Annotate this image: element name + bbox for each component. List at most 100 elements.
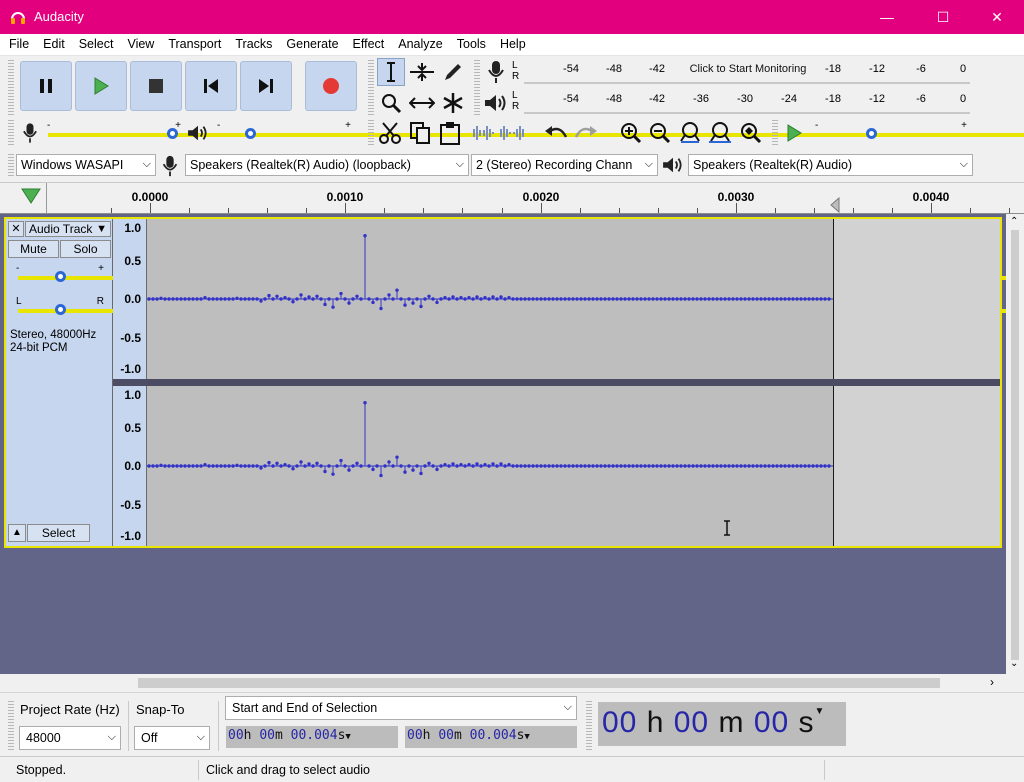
vertical-scroll-thumb[interactable] bbox=[1011, 230, 1019, 660]
menu-select[interactable]: Select bbox=[72, 34, 121, 55]
slider-knob[interactable] bbox=[244, 128, 256, 139]
collapse-track-button[interactable]: ▲ bbox=[8, 524, 26, 542]
selection-tool[interactable] bbox=[377, 58, 405, 86]
slider-knob[interactable] bbox=[166, 128, 178, 139]
selection-end-time[interactable]: 00h 00m 00.004s▼ bbox=[405, 726, 577, 748]
play-at-speed-grip[interactable] bbox=[772, 120, 778, 146]
recording-device-select[interactable]: Speakers (Realtek(R) Audio) (loopback) ⌵ bbox=[185, 154, 469, 176]
record-volume-slider[interactable]: - + bbox=[47, 120, 1024, 143]
track-close-button[interactable]: ✕ bbox=[8, 221, 24, 237]
audio-track[interactable]: ✕ Audio Track ▼ Mute Solo - + L R Stereo… bbox=[4, 217, 1016, 548]
track-pan-slider[interactable]: L R bbox=[16, 296, 1016, 319]
selection-mode-select[interactable]: Start and End of Selection ⌵ bbox=[225, 696, 577, 720]
time-toolbar-grip[interactable] bbox=[586, 701, 592, 751]
audio-host-select[interactable]: Windows WASAPI ⌵ bbox=[16, 154, 156, 176]
copy-button[interactable] bbox=[406, 119, 434, 147]
playback-meter[interactable]: L R -54 -48 -42 -36 -30 -24 -18 -12 -6 0 bbox=[512, 88, 970, 114]
maximize-button[interactable]: ☐ bbox=[920, 0, 966, 34]
track-area[interactable]: ✕ Audio Track ▼ Mute Solo - + L R Stereo… bbox=[0, 214, 1016, 674]
vertical-scale-left[interactable]: 1.0 0.5 0.0 -0.5 -1.0 bbox=[113, 219, 147, 379]
device-toolbar-grip[interactable] bbox=[8, 154, 14, 178]
menu-generate[interactable]: Generate bbox=[279, 34, 345, 55]
zoom-in-button[interactable] bbox=[617, 119, 645, 147]
menu-edit[interactable]: Edit bbox=[36, 34, 72, 55]
scroll-right-icon[interactable]: › bbox=[990, 675, 994, 689]
slider-knob[interactable] bbox=[54, 304, 66, 315]
channel-divider[interactable] bbox=[147, 379, 1000, 386]
slider-knob[interactable] bbox=[866, 128, 878, 139]
zoom-out-button[interactable] bbox=[646, 119, 674, 147]
recording-channels-select[interactable]: 2 (Stereo) Recording Chann ⌵ bbox=[471, 154, 658, 176]
menu-tracks[interactable]: Tracks bbox=[228, 34, 279, 55]
selection-start-time[interactable]: 00h 00m 00.004s▼ bbox=[226, 726, 398, 748]
trim-audio-button[interactable] bbox=[468, 119, 496, 147]
dropdown-triangle-icon[interactable]: ▼ bbox=[815, 706, 826, 717]
vertical-scale-right[interactable]: 1.0 0.5 0.0 -0.5 -1.0 bbox=[113, 386, 147, 546]
close-button[interactable]: ✕ bbox=[974, 0, 1020, 34]
multi-tool[interactable] bbox=[439, 89, 467, 117]
tools-toolbar-grip[interactable] bbox=[368, 60, 374, 116]
play-button[interactable] bbox=[75, 61, 127, 111]
playback-volume-slider[interactable]: - + bbox=[217, 120, 1024, 143]
record-meter-button[interactable] bbox=[482, 58, 510, 86]
track-gain-slider[interactable]: - + bbox=[16, 263, 1016, 286]
undo-button[interactable] bbox=[542, 119, 570, 147]
selection-toolbar-grip[interactable] bbox=[8, 701, 14, 751]
envelope-tool[interactable] bbox=[408, 58, 436, 86]
record-meter[interactable]: L R -54 -48 -42 Click to Start Monitorin… bbox=[512, 58, 970, 84]
horizontal-scrollbar[interactable]: › bbox=[0, 674, 1006, 692]
project-rate-select[interactable]: 48000 ⌵ bbox=[19, 726, 121, 750]
silence-audio-button[interactable] bbox=[498, 119, 526, 147]
time-shift-tool[interactable] bbox=[408, 89, 436, 117]
pause-button[interactable] bbox=[20, 61, 72, 111]
draw-tool[interactable] bbox=[439, 58, 467, 86]
menu-file[interactable]: File bbox=[2, 34, 36, 55]
minimize-button[interactable]: — bbox=[864, 0, 910, 34]
timeline-ruler[interactable]: 0.0000 0.0010 0.0020 0.0030 0.0040 bbox=[0, 182, 1024, 214]
dropdown-triangle-icon[interactable]: ▼ bbox=[345, 732, 350, 742]
fit-selection-button[interactable] bbox=[676, 119, 704, 147]
track-control-panel[interactable]: ✕ Audio Track ▼ Mute Solo - + L R Stereo… bbox=[6, 219, 1016, 546]
vertical-scrollbar[interactable]: ⌃ ⌄ bbox=[1006, 214, 1024, 674]
skip-to-end-button[interactable] bbox=[240, 61, 292, 111]
paste-button[interactable] bbox=[436, 119, 464, 147]
menu-effect[interactable]: Effect bbox=[346, 34, 392, 55]
redo-button[interactable] bbox=[572, 119, 600, 147]
skip-to-start-button[interactable] bbox=[185, 61, 237, 111]
playback-device-select[interactable]: Speakers (Realtek(R) Audio) ⌵ bbox=[688, 154, 973, 176]
zoom-toggle-button[interactable] bbox=[736, 119, 764, 147]
waveform-right-channel[interactable] bbox=[147, 386, 1000, 546]
dropdown-triangle-icon[interactable]: ▼ bbox=[524, 732, 529, 742]
audio-position-display[interactable]: 00 h 00 m 00 s▼ bbox=[598, 702, 846, 746]
playback-speed-slider[interactable]: - + bbox=[815, 120, 1024, 143]
record-button[interactable] bbox=[305, 61, 357, 111]
playback-meter-button[interactable] bbox=[482, 89, 510, 117]
meter-toolbar-grip[interactable] bbox=[474, 60, 480, 116]
menu-view[interactable]: View bbox=[120, 34, 161, 55]
select-track-button[interactable]: Select bbox=[27, 524, 90, 542]
menu-transport[interactable]: Transport bbox=[161, 34, 228, 55]
mute-button[interactable]: Mute bbox=[8, 240, 59, 258]
record-meter-hint[interactable]: Click to Start Monitoring bbox=[690, 63, 807, 75]
mixer-toolbar-grip[interactable] bbox=[8, 120, 14, 146]
edit-toolbar-grip[interactable] bbox=[368, 120, 374, 146]
fit-project-button[interactable] bbox=[706, 119, 734, 147]
track-name-menu[interactable]: Audio Track ▼ bbox=[25, 221, 111, 237]
menu-tools[interactable]: Tools bbox=[450, 34, 493, 55]
slider-knob[interactable] bbox=[54, 271, 66, 282]
transport-toolbar-grip[interactable] bbox=[8, 60, 14, 116]
menu-help[interactable]: Help bbox=[493, 34, 533, 55]
cut-button[interactable] bbox=[376, 119, 404, 147]
scroll-up-icon[interactable]: ⌃ bbox=[1010, 216, 1018, 227]
snap-to-select[interactable]: Off ⌵ bbox=[134, 726, 210, 750]
play-head-triangle-icon[interactable] bbox=[21, 188, 41, 204]
scroll-down-icon[interactable]: ⌄ bbox=[1010, 658, 1018, 669]
play-at-speed-button[interactable] bbox=[780, 119, 808, 147]
solo-button[interactable]: Solo bbox=[60, 240, 111, 258]
stop-button[interactable] bbox=[130, 61, 182, 111]
waveform-left-channel[interactable] bbox=[147, 219, 1000, 379]
menu-analyze[interactable]: Analyze bbox=[391, 34, 449, 55]
zoom-tool[interactable] bbox=[377, 89, 405, 117]
horizontal-scroll-thumb[interactable] bbox=[138, 678, 940, 688]
position-minutes-unit: m bbox=[718, 706, 745, 739]
